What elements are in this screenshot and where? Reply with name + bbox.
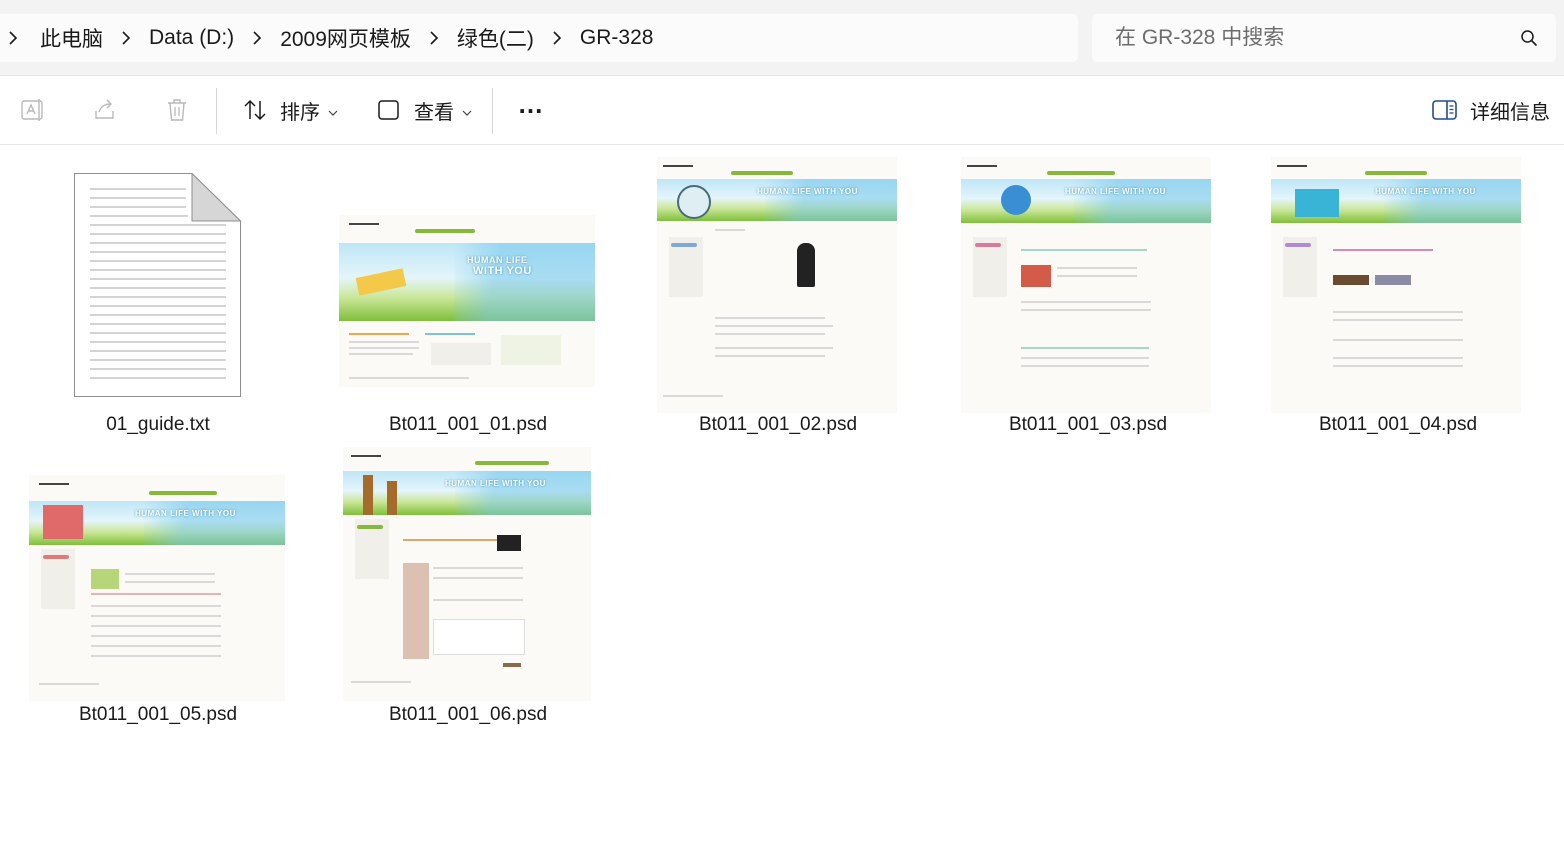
delete-button[interactable] bbox=[164, 92, 190, 128]
toolbar-divider bbox=[216, 88, 217, 134]
psd-thumbnail: HUMAN LIFE WITH YOU bbox=[961, 157, 1211, 413]
rename-button[interactable] bbox=[20, 92, 46, 128]
chevron-right-icon[interactable] bbox=[425, 29, 443, 47]
details-pane-icon bbox=[1432, 97, 1458, 123]
view-button[interactable]: 查看 bbox=[376, 92, 472, 128]
share-button[interactable] bbox=[92, 92, 118, 128]
breadcrumb[interactable]: 此电脑 Data (D:) 2009网页模板 绿色(二) GR-328 bbox=[0, 14, 1078, 62]
psd-thumbnail: HUMAN LIFE WITH YOU bbox=[343, 447, 591, 701]
sort-label: 排序 bbox=[280, 101, 320, 124]
file-name: Bt011_001_04.psd bbox=[1318, 414, 1478, 435]
chevron-down-icon bbox=[328, 105, 338, 116]
breadcrumb-item-templates[interactable]: 2009网页模板 bbox=[280, 23, 411, 53]
sort-button[interactable]: 排序 bbox=[242, 92, 338, 128]
share-icon bbox=[92, 97, 118, 123]
rename-icon bbox=[20, 97, 46, 123]
psd-thumbnail: HUMAN LIFE WITH YOU bbox=[1271, 157, 1521, 413]
chevron-right-icon[interactable] bbox=[4, 29, 22, 47]
file-name: Bt011_001_05.psd bbox=[78, 704, 238, 725]
chevron-right-icon[interactable] bbox=[117, 29, 135, 47]
file-item[interactable]: HUMAN LIFE WITH YOU Bt011_001_04.psd bbox=[1250, 145, 1550, 445]
view-label: 查看 bbox=[414, 101, 454, 124]
sort-icon bbox=[242, 97, 268, 123]
breadcrumb-item-current-folder[interactable]: GR-328 bbox=[580, 26, 654, 50]
file-name: Bt011_001_01.psd bbox=[388, 414, 548, 435]
file-item[interactable]: HUMAN LIFE WITH YOU Bt011_001_01.psd bbox=[320, 145, 620, 445]
file-item[interactable]: 01_guide.txt bbox=[10, 145, 310, 445]
file-grid: 01_guide.txt HUMAN LIFE WITH YOU Bt011_0… bbox=[0, 145, 1564, 853]
details-pane-button[interactable]: 详细信息 bbox=[1432, 92, 1550, 128]
psd-thumbnail: HUMAN LIFE WITH YOU bbox=[29, 475, 285, 701]
chevron-down-icon bbox=[462, 105, 472, 116]
trash-icon bbox=[164, 97, 190, 123]
file-item[interactable]: HUMAN LIFE WITH YOU Bt011_001_03.psd bbox=[940, 145, 1240, 445]
breadcrumb-item-green-2[interactable]: 绿色(二) bbox=[457, 23, 534, 53]
view-icon bbox=[376, 97, 402, 123]
file-name: 01_guide.txt bbox=[106, 414, 210, 435]
toolbar-divider bbox=[492, 88, 493, 134]
search-icon[interactable] bbox=[1520, 29, 1538, 47]
more-options-icon: … bbox=[517, 88, 545, 119]
address-bar-row: 此电脑 Data (D:) 2009网页模板 绿色(二) GR-328 bbox=[0, 0, 1564, 76]
text-file-icon bbox=[74, 173, 242, 397]
file-item[interactable]: HUMAN LIFE WITH YOU Bt011_001_06.psd bbox=[320, 445, 620, 735]
psd-thumbnail: HUMAN LIFE WITH YOU bbox=[657, 157, 897, 413]
chevron-right-icon[interactable] bbox=[248, 29, 266, 47]
command-bar: 排序 查看 … 详细信息 bbox=[0, 76, 1564, 145]
psd-thumbnail: HUMAN LIFE WITH YOU bbox=[339, 215, 595, 387]
chevron-right-icon[interactable] bbox=[548, 29, 566, 47]
breadcrumb-item-this-pc[interactable]: 此电脑 bbox=[40, 23, 103, 53]
search-input[interactable] bbox=[1113, 25, 1497, 51]
details-pane-label: 详细信息 bbox=[1470, 101, 1550, 124]
more-options-button[interactable]: … bbox=[514, 88, 548, 128]
file-item[interactable]: HUMAN LIFE WITH YOU Bt011_001_05.psd bbox=[10, 445, 310, 735]
file-name: Bt011_001_03.psd bbox=[1008, 414, 1168, 435]
breadcrumb-item-drive[interactable]: Data (D:) bbox=[149, 26, 234, 50]
file-item[interactable]: HUMAN LIFE WITH YOU Bt011_001_02.psd bbox=[630, 145, 930, 445]
file-name: Bt011_001_06.psd bbox=[388, 704, 548, 725]
file-name: Bt011_001_02.psd bbox=[698, 414, 858, 435]
search-box[interactable] bbox=[1092, 14, 1556, 62]
